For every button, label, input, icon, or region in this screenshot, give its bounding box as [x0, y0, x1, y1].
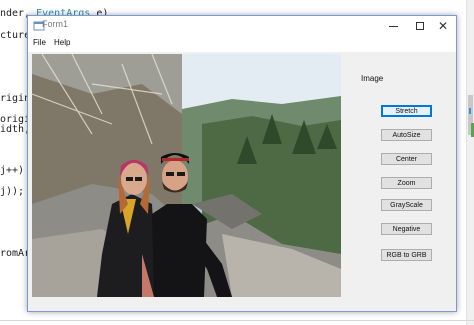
menu-help[interactable]: Help — [54, 38, 70, 47]
menu-bar: File Help — [28, 36, 456, 52]
stretch-button[interactable]: Stretch — [381, 105, 432, 117]
minimize-button[interactable] — [378, 16, 408, 36]
form-window: Form1 ✕ File Help Image Stretch AutoSize… — [27, 15, 457, 312]
form-client-area: Image Stretch AutoSize Center Zoom GrayS… — [28, 52, 456, 311]
caret-marker — [469, 108, 471, 114]
code-line-6: j++) — [0, 165, 25, 176]
rgb-to-grb-button[interactable]: RGB to GRB — [381, 249, 432, 261]
code-line-2: cture — [0, 30, 31, 41]
maximize-icon — [416, 22, 424, 30]
title-bar[interactable]: Form1 ✕ — [28, 16, 456, 36]
autosize-button[interactable]: AutoSize — [381, 129, 432, 141]
center-button[interactable]: Center — [381, 153, 432, 165]
close-button[interactable]: ✕ — [428, 16, 458, 36]
photo-image — [32, 54, 341, 297]
image-group-label: Image — [361, 74, 384, 83]
code-line-8: romAr — [0, 248, 31, 259]
editor-scrollbar[interactable] — [466, 0, 474, 325]
code-line-5: idth, — [0, 124, 31, 135]
close-icon: ✕ — [437, 19, 449, 33]
negative-button[interactable]: Negative — [381, 223, 432, 235]
grayscale-button[interactable]: GrayScale — [381, 199, 432, 211]
editor-divider — [0, 320, 474, 321]
window-title: Form1 — [42, 19, 69, 29]
code-line-7: j)); — [0, 186, 25, 197]
picture-box[interactable] — [32, 54, 341, 297]
zoom-button[interactable]: Zoom — [381, 177, 432, 189]
minimize-icon — [388, 25, 398, 27]
menu-file[interactable]: File — [33, 38, 46, 47]
